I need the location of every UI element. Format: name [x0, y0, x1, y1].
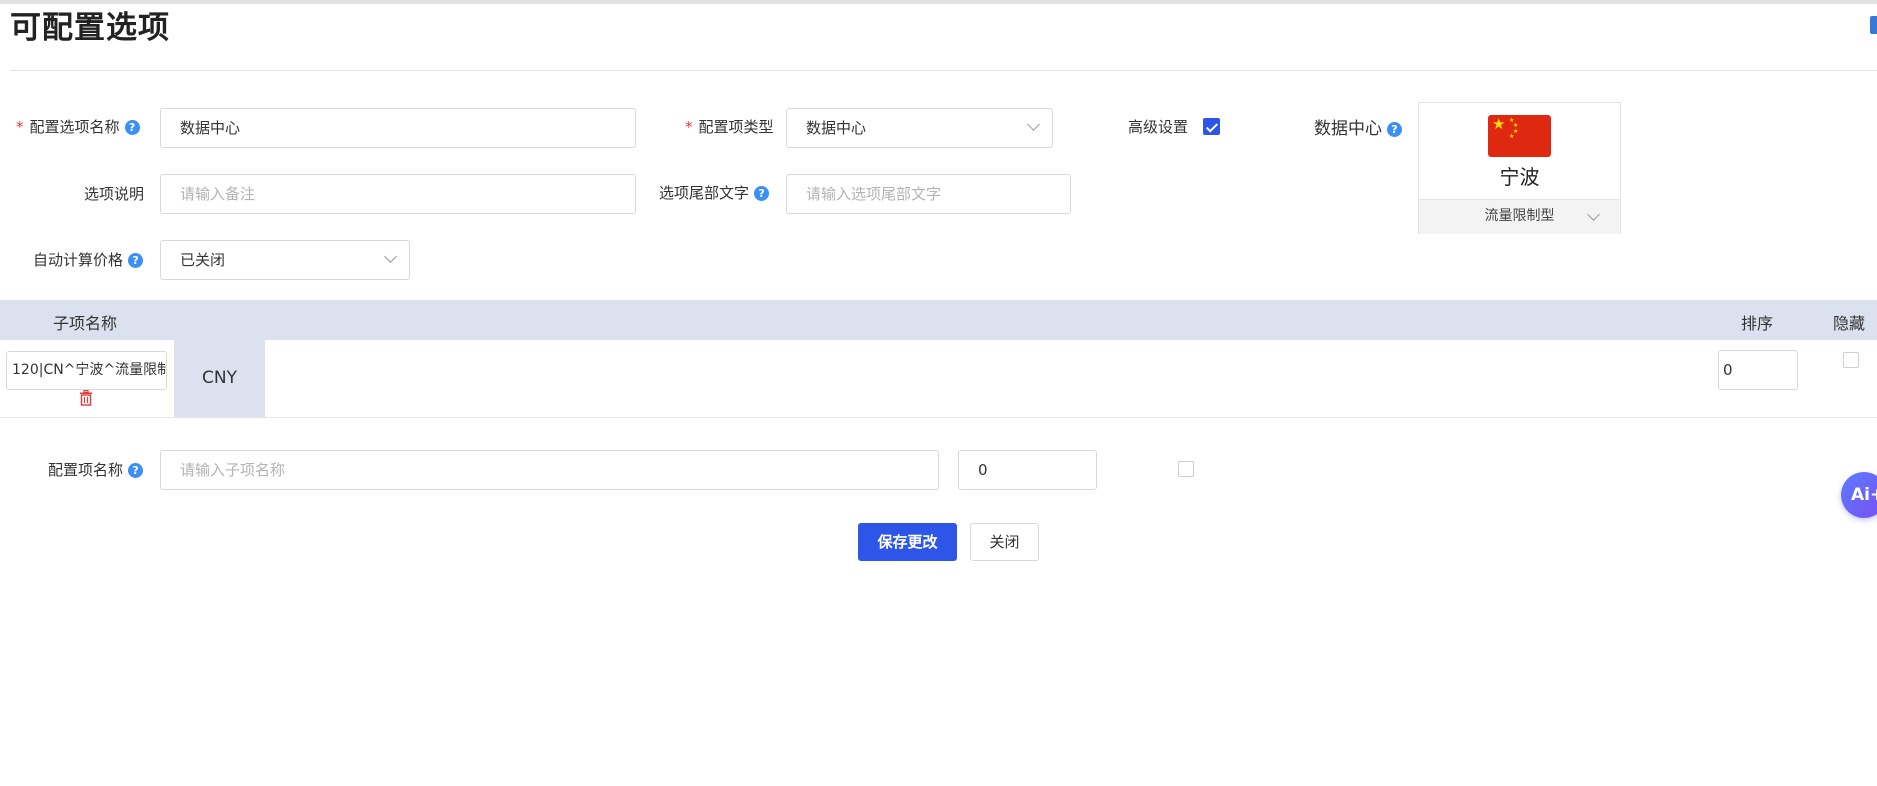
- new-item-label: 配置项名称?: [48, 459, 144, 480]
- config-type-label: * 配置项类型: [685, 118, 774, 136]
- description-input[interactable]: 请输入备注: [160, 174, 636, 214]
- row-divider: [0, 417, 1877, 418]
- help-icon[interactable]: ?: [1387, 122, 1402, 137]
- row-hide-checkbox[interactable]: [1843, 352, 1859, 368]
- auto-price-label: 自动计算价格?: [33, 249, 144, 270]
- auto-price-select[interactable]: 已关闭: [160, 240, 410, 280]
- corner-toggle-icon[interactable]: [1870, 16, 1877, 34]
- close-button[interactable]: 关闭: [970, 523, 1039, 561]
- config-name-input[interactable]: 数据中心: [160, 108, 636, 148]
- help-icon[interactable]: ?: [754, 186, 770, 201]
- save-button[interactable]: 保存更改: [858, 523, 957, 561]
- top-border: [0, 0, 1877, 4]
- col-name-header: 子项名称: [53, 314, 118, 333]
- row-sort-input[interactable]: 0: [1718, 350, 1798, 390]
- chevron-down-icon: [384, 250, 397, 263]
- row-name-input[interactable]: 120|CN^宁波^流量限制型: [6, 351, 167, 390]
- datacenter-type-select[interactable]: 流量限制型: [1419, 199, 1620, 234]
- suffix-text-label: 选项尾部文字?: [659, 182, 770, 203]
- page-title: 可配置选项: [10, 10, 170, 46]
- col-sort-header: 排序: [1741, 314, 1774, 333]
- help-icon[interactable]: ?: [128, 463, 144, 478]
- help-icon[interactable]: ?: [124, 120, 140, 135]
- col-hide-header: 隐藏: [1833, 314, 1866, 333]
- currency-cell: CNY: [174, 340, 265, 417]
- new-item-name-input[interactable]: 请输入子项名称: [160, 450, 939, 490]
- config-name-label: * 配置选项名称?: [16, 116, 140, 137]
- datacenter-city: 宁波: [1499, 165, 1540, 189]
- datacenter-label: 数据中心?: [1314, 114, 1402, 139]
- title-divider: [10, 70, 1877, 71]
- ai-assistant-button[interactable]: Ai+: [1841, 472, 1877, 518]
- new-item-sort-input[interactable]: 0: [958, 450, 1097, 490]
- chevron-down-icon: [1027, 118, 1040, 131]
- chevron-down-icon: [1587, 208, 1600, 221]
- description-label: 选项说明: [84, 185, 145, 203]
- datacenter-card[interactable]: ★ ★ ★ ★ ★ 宁波 流量限制型: [1418, 102, 1621, 234]
- new-item-hide-checkbox[interactable]: [1178, 461, 1194, 477]
- suffix-text-input[interactable]: 请输入选项尾部文字: [786, 174, 1071, 214]
- advanced-label: 高级设置: [1128, 118, 1189, 136]
- help-icon[interactable]: ?: [128, 253, 144, 268]
- advanced-checkbox[interactable]: [1203, 118, 1220, 135]
- china-flag-icon: ★ ★ ★ ★ ★: [1488, 115, 1551, 157]
- trash-icon[interactable]: [79, 390, 93, 406]
- table-header: [0, 300, 1877, 340]
- config-type-select[interactable]: 数据中心: [786, 108, 1053, 148]
